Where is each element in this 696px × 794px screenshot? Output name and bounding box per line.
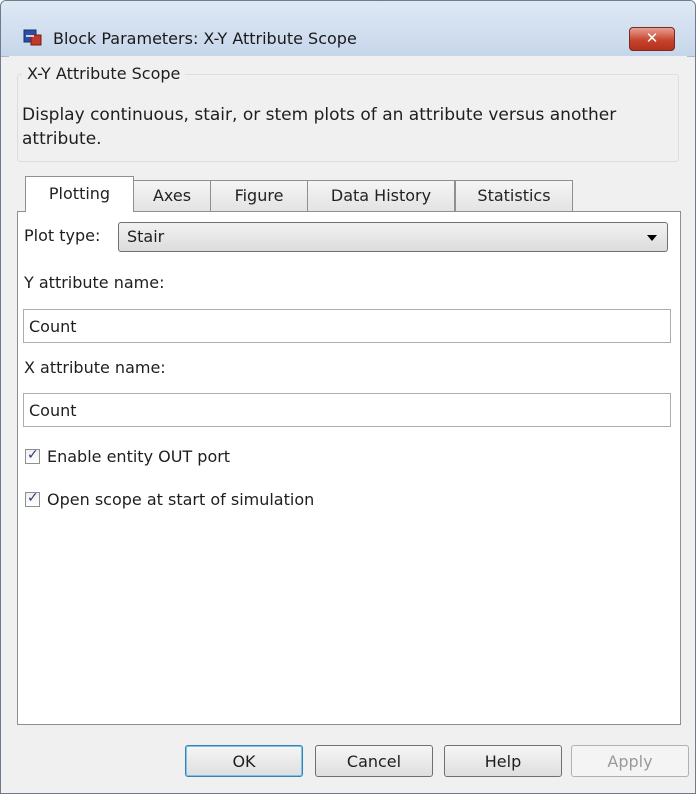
group-legend: X-Y Attribute Scope [22,64,186,83]
tab-data-history[interactable]: Data History [307,180,455,211]
dialog-client-area: X-Y Attribute Scope Display continuous, … [9,56,689,793]
tab-statistics[interactable]: Statistics [455,180,573,211]
x-attribute-field[interactable] [23,393,671,427]
apply-button[interactable]: Apply [571,745,689,777]
block-description: Display continuous, stair, or stem plots… [22,105,617,149]
enable-out-port-label[interactable]: Enable entity OUT port [47,447,230,466]
description-group: X-Y Attribute Scope Display continuous, … [17,64,679,162]
plot-type-value: Stair [127,227,165,246]
tab-plotting[interactable]: Plotting [25,176,134,212]
tab-figure[interactable]: Figure [210,180,308,211]
block-parameters-icon [23,29,42,46]
plot-type-dropdown[interactable]: Stair [118,222,668,252]
close-icon: ✕ [645,29,659,47]
x-attribute-input[interactable] [24,395,659,425]
plot-type-label: Plot type: [24,226,101,245]
chevron-down-icon [647,235,657,241]
y-attribute-label: Y attribute name: [24,273,165,292]
plotting-panel: Plot type: Stair Y attribute name: X att… [17,211,681,725]
x-attribute-label: X attribute name: [24,358,166,377]
open-scope-label[interactable]: Open scope at start of simulation [47,490,314,509]
close-button[interactable]: ✕ [629,27,675,51]
enable-out-port-checkbox[interactable]: ✓ [25,447,40,464]
check-icon: ✓ [27,490,39,506]
open-scope-checkbox[interactable]: ✓ [25,490,40,507]
cancel-button[interactable]: Cancel [315,745,433,777]
y-attribute-input[interactable] [24,311,659,341]
dialog-window: Block Parameters: X-Y Attribute Scope ✕ … [0,0,696,794]
y-attribute-field[interactable] [23,309,671,343]
help-button[interactable]: Help [444,745,562,777]
ok-button[interactable]: OK [185,745,303,777]
check-icon: ✓ [27,447,39,463]
window-title: Block Parameters: X-Y Attribute Scope [53,29,357,48]
title-bar[interactable]: Block Parameters: X-Y Attribute Scope ✕ [1,1,695,57]
tab-axes[interactable]: Axes [133,180,211,211]
